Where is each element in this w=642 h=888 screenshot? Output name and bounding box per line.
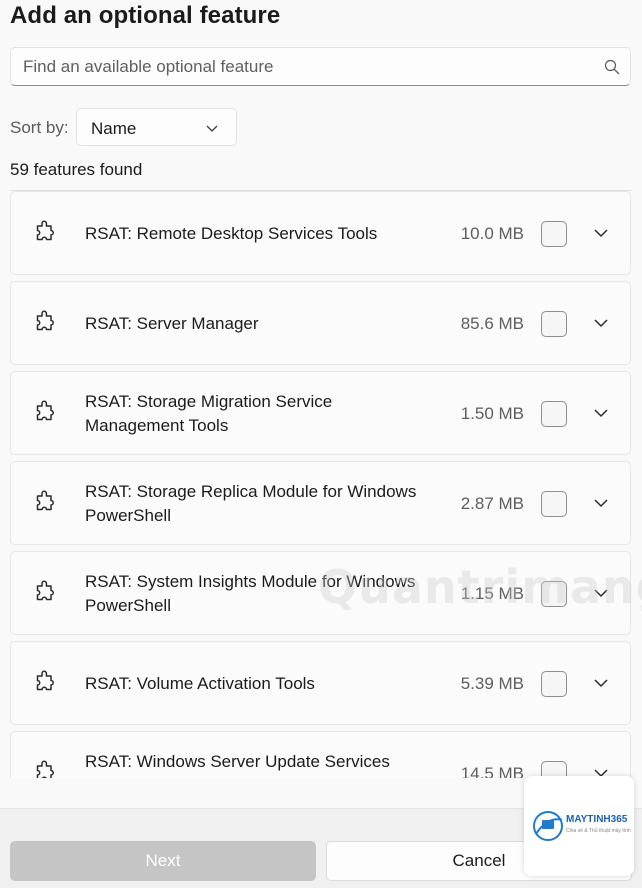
- feature-item[interactable]: RSAT: Storage Replica Module for Windows…: [10, 461, 631, 545]
- feature-name: RSAT: Remote Desktop Services Tools: [85, 224, 378, 243]
- add-optional-feature-dialog: Add an optional feature Sort by: Name 59…: [0, 0, 642, 808]
- chevron-down-icon[interactable]: [594, 406, 608, 420]
- feature-checkbox[interactable]: [541, 401, 567, 427]
- feature-size: 5.39 MB: [460, 674, 524, 693]
- chevron-down-icon[interactable]: [594, 586, 608, 600]
- chevron-down-icon: [206, 125, 218, 132]
- feature-list[interactable]: RSAT: Remote Desktop Services Tools 10.0 …: [10, 190, 632, 778]
- feature-item[interactable]: RSAT: System Insights Module for Windows…: [10, 551, 631, 635]
- feature-checkbox[interactable]: [541, 671, 567, 697]
- logo-subtext: Chia sẻ & Thủ thuật máy tính: [566, 828, 631, 834]
- features-count: 59 features found: [10, 160, 143, 179]
- feature-item[interactable]: RSAT: Remote Desktop Services Tools 10.0 …: [10, 191, 631, 275]
- feature-name: RSAT: Windows Server Update Services Too…: [85, 752, 390, 778]
- puzzle-piece-icon: [33, 400, 59, 426]
- feature-size: 1.50 MB: [460, 404, 524, 423]
- feature-size: 85.6 MB: [460, 314, 524, 333]
- puzzle-piece-icon: [33, 310, 59, 336]
- puzzle-piece-icon: [33, 220, 59, 246]
- puzzle-piece-icon: [33, 760, 59, 778]
- logo-globe-icon: [533, 811, 563, 841]
- feature-checkbox[interactable]: [541, 491, 567, 517]
- feature-name: RSAT: System Insights Module for Windows…: [85, 572, 416, 615]
- search-icon[interactable]: [604, 59, 620, 75]
- next-button[interactable]: Next: [10, 841, 316, 881]
- sort-label: Sort by:: [10, 118, 69, 137]
- sort-dropdown[interactable]: Name: [76, 108, 237, 146]
- chevron-down-icon[interactable]: [594, 676, 608, 690]
- chevron-down-icon[interactable]: [594, 496, 608, 510]
- feature-name: RSAT: Storage Migration Service Manageme…: [85, 392, 333, 435]
- dialog-title: Add an optional feature: [10, 2, 281, 29]
- puzzle-piece-icon: [33, 490, 59, 516]
- feature-item[interactable]: RSAT: Storage Migration Service Manageme…: [10, 371, 631, 455]
- feature-item[interactable]: RSAT: Server Manager 85.6 MB: [10, 281, 631, 365]
- chevron-down-icon[interactable]: [594, 316, 608, 330]
- search-input[interactable]: [23, 48, 583, 85]
- feature-checkbox[interactable]: [541, 311, 567, 337]
- puzzle-piece-icon: [33, 670, 59, 696]
- sort-selected-value: Name: [91, 119, 137, 138]
- feature-name: RSAT: Server Manager: [85, 314, 259, 333]
- feature-name: RSAT: Volume Activation Tools: [85, 674, 315, 693]
- feature-name: RSAT: Storage Replica Module for Windows…: [85, 482, 417, 525]
- feature-size: 14.5 MB: [460, 764, 524, 778]
- feature-size: 1.15 MB: [460, 584, 524, 603]
- puzzle-piece-icon: [33, 580, 59, 606]
- search-box[interactable]: [10, 47, 631, 86]
- feature-size: 2.87 MB: [460, 494, 524, 513]
- chevron-down-icon[interactable]: [594, 226, 608, 240]
- feature-item[interactable]: RSAT: Volume Activation Tools 5.39 MB: [10, 641, 631, 725]
- feature-checkbox[interactable]: [541, 581, 567, 607]
- logo-text: MAYTINH365: [566, 814, 628, 825]
- feature-checkbox[interactable]: [541, 221, 567, 247]
- maytinh365-logo: MAYTINH365 Chia sẻ & Thủ thuật máy tính: [524, 776, 634, 876]
- feature-item[interactable]: RSAT: Windows Server Update Services Too…: [10, 731, 631, 778]
- feature-size: 10.0 MB: [460, 224, 524, 243]
